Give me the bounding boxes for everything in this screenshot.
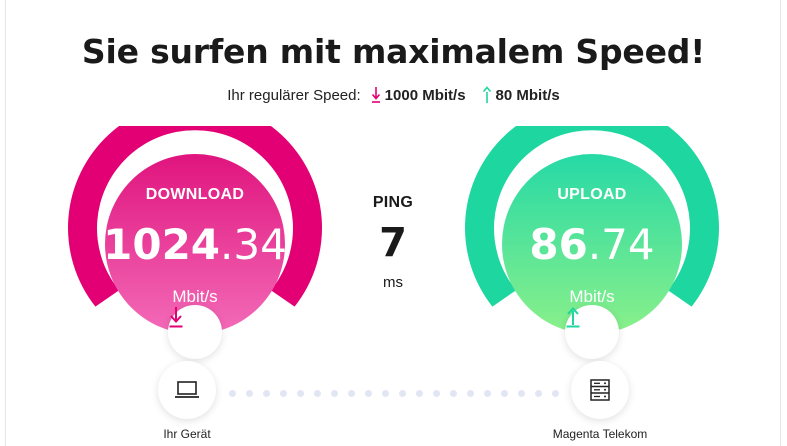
connection-dot <box>246 390 253 397</box>
connection-dot <box>416 390 423 397</box>
upload-value: 86.74 <box>529 220 655 269</box>
connection-dot <box>433 390 440 397</box>
ping-unit: ms <box>383 274 403 291</box>
ping-block: PING 7 ms <box>343 194 443 291</box>
download-label: DOWNLOAD <box>145 186 245 203</box>
connection-dot <box>348 390 355 397</box>
connection-dot <box>382 390 389 397</box>
page-title: Sie surfen mit maximalem Speed! <box>81 32 706 71</box>
arrow-up-icon <box>566 307 580 328</box>
arrow-down-icon <box>371 87 380 103</box>
connection-dot <box>263 390 270 397</box>
connection-dot <box>450 390 457 397</box>
connection-dot <box>484 390 491 397</box>
server-badge <box>571 361 629 419</box>
server-label: Magenta Telekom <box>552 427 648 441</box>
download-badge <box>168 305 222 359</box>
regular-upload-value: 80 Mbit/s <box>495 86 560 104</box>
download-gauge: DOWNLOAD 1024.34 Mbit/s <box>65 126 325 366</box>
ping-label: PING <box>372 194 414 211</box>
server-icon <box>590 379 610 401</box>
regular-speed-label: Ihr regulärer Speed: <box>227 86 361 104</box>
upload-gauge: UPLOAD 86.74 Mbit/s <box>462 126 722 366</box>
connection-dot <box>501 390 508 397</box>
ping-value: 7 <box>379 220 407 266</box>
regular-download-value: 1000 Mbit/s <box>384 86 466 104</box>
connection-dot <box>467 390 474 397</box>
connection-dot <box>331 390 338 397</box>
download-unit: Mbit/s <box>172 287 218 306</box>
connection-dots <box>229 390 565 398</box>
connection-dot <box>552 390 559 397</box>
upload-badge <box>565 305 619 359</box>
device-badge <box>158 361 216 419</box>
connection-dot <box>314 390 321 397</box>
download-value: 1024.34 <box>103 220 287 269</box>
connection-dot <box>518 390 525 397</box>
arrow-down-icon <box>169 307 183 328</box>
regular-speed-info: Ihr regulärer Speed: 1000 Mbit/s 80 Mbit… <box>0 86 787 104</box>
connection-dot <box>297 390 304 397</box>
connection-dot <box>535 390 542 397</box>
arrow-up-icon <box>482 86 491 103</box>
device-label: Ihr Gerät <box>163 427 211 441</box>
upload-label: UPLOAD <box>557 186 627 203</box>
laptop-icon <box>175 381 199 398</box>
connection-dot <box>399 390 406 397</box>
upload-unit: Mbit/s <box>569 287 615 306</box>
connection-dot <box>229 390 236 397</box>
connection-dot <box>365 390 372 397</box>
connection-dot <box>280 390 287 397</box>
